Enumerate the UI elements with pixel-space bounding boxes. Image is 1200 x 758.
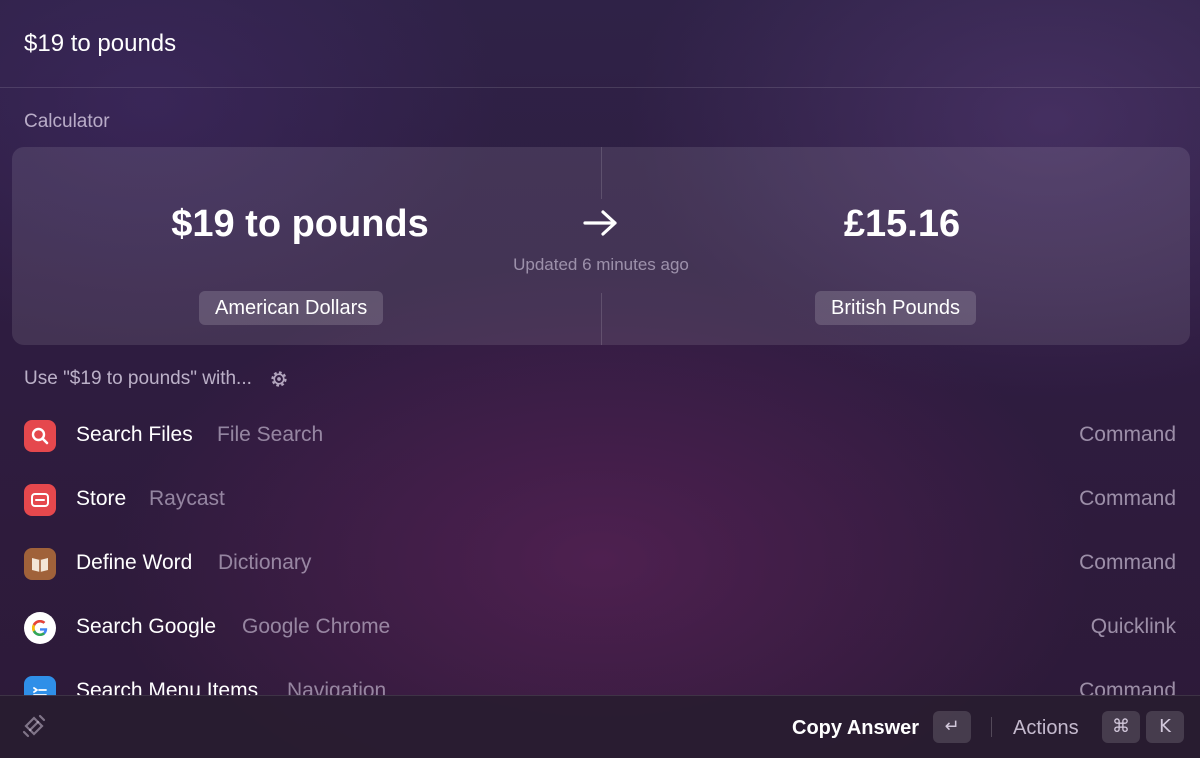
raycast-logo-icon[interactable] bbox=[20, 712, 48, 740]
calculator-updated-text: Updated 6 minutes ago bbox=[513, 255, 689, 274]
result-subtitle: Raycast bbox=[149, 487, 225, 510]
result-type: Command bbox=[1079, 551, 1176, 574]
gear-icon[interactable] bbox=[268, 368, 290, 390]
list-item[interactable]: Search Files File Search Command bbox=[0, 404, 1200, 468]
k-key-hint: K bbox=[1146, 711, 1184, 743]
menu-items-icon bbox=[24, 676, 56, 696]
result-title: Search Google bbox=[76, 615, 217, 638]
result-subtitle: Navigation bbox=[287, 679, 387, 696]
google-icon bbox=[24, 612, 56, 644]
to-unit-badge: British Pounds bbox=[815, 291, 976, 325]
result-title: Define Word bbox=[76, 551, 193, 574]
from-unit-badge: American Dollars bbox=[199, 291, 384, 325]
result-subtitle: Dictionary bbox=[218, 551, 312, 574]
result-type: Quicklink bbox=[1090, 615, 1176, 638]
result-title: Store bbox=[76, 487, 127, 510]
command-key-hint: ⌘ bbox=[1102, 711, 1140, 743]
action-bar: Copy Answer ↵ Actions ⌘ K bbox=[0, 695, 1200, 758]
list-item[interactable]: Search Menu Items Navigation Command bbox=[0, 660, 1200, 696]
result-title: Search Files bbox=[76, 423, 193, 446]
copy-answer-button[interactable]: Copy Answer bbox=[792, 717, 919, 740]
enter-key-hint: ↵ bbox=[933, 711, 971, 743]
calculator-card[interactable]: $19 to pounds £15.16 Updated 6 minutes a… bbox=[12, 147, 1190, 345]
search-files-icon bbox=[24, 420, 56, 452]
calculator-query: $19 to pounds bbox=[171, 203, 429, 245]
result-subtitle: Google Chrome bbox=[242, 615, 391, 638]
result-type: Command bbox=[1079, 679, 1176, 696]
footer-divider bbox=[991, 717, 992, 737]
calculator-divider bbox=[601, 147, 602, 199]
dictionary-icon bbox=[24, 548, 56, 580]
calculator-divider bbox=[601, 293, 602, 345]
list-item[interactable]: Store Raycast Command bbox=[0, 468, 1200, 532]
calculator-section-title: Calculator bbox=[24, 111, 110, 132]
use-with-label: Use "$19 to pounds" with... bbox=[24, 368, 252, 389]
use-with-section: Use "$19 to pounds" with... bbox=[24, 367, 290, 391]
search-bar bbox=[0, 0, 1200, 88]
search-input[interactable] bbox=[24, 24, 1124, 64]
result-type: Command bbox=[1079, 487, 1176, 510]
calculator-result: £15.16 bbox=[843, 203, 961, 245]
result-type: Command bbox=[1079, 423, 1176, 446]
list-item[interactable]: Search Google Google Chrome Quicklink bbox=[0, 596, 1200, 660]
results-list: Search Files File Search Command Store R… bbox=[0, 404, 1200, 696]
result-title: Search Menu Items bbox=[76, 679, 259, 696]
list-item[interactable]: Define Word Dictionary Command bbox=[0, 532, 1200, 596]
store-icon bbox=[24, 484, 56, 516]
result-subtitle: File Search bbox=[217, 423, 324, 446]
actions-button[interactable]: Actions bbox=[1013, 717, 1079, 740]
